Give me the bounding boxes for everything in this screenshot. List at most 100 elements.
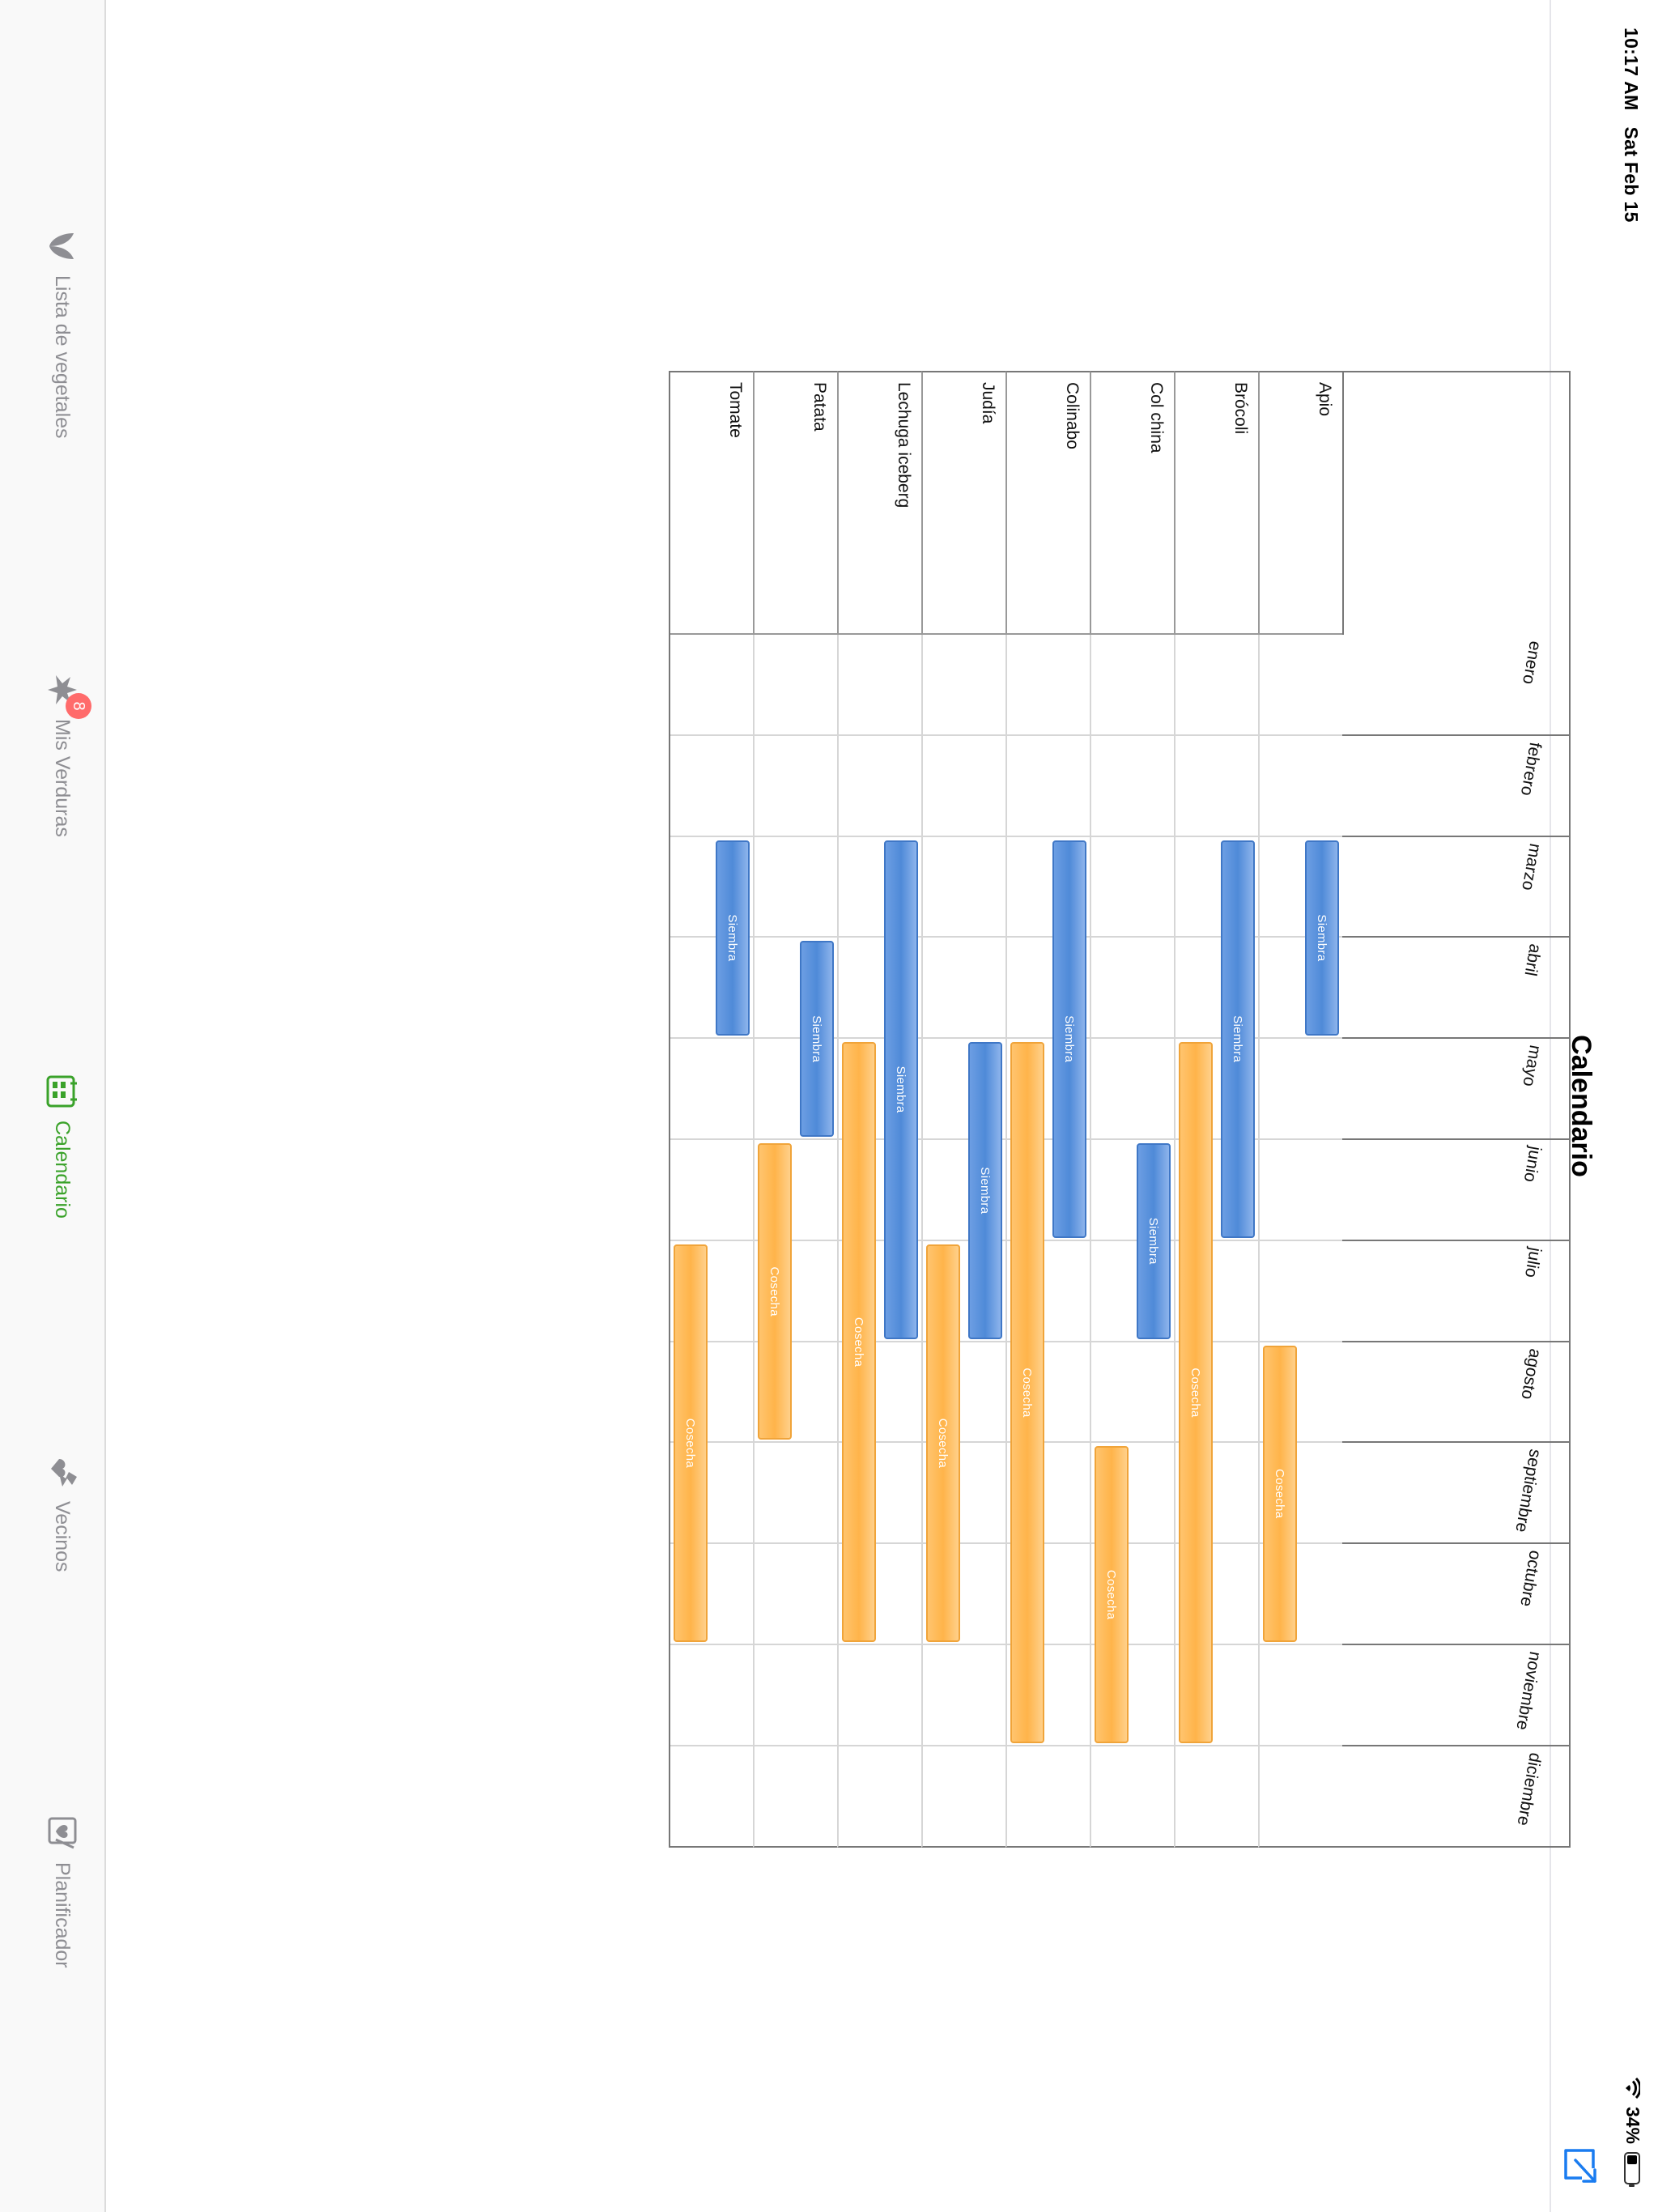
grid-corner — [1342, 371, 1571, 635]
vegetable-name: Lechuga iceberg — [895, 382, 913, 508]
tab-label: Planificador — [51, 1862, 74, 1968]
vegetable-name: Brócoli — [1231, 382, 1250, 435]
month-header: enero — [1342, 635, 1571, 736]
tab-label: Mis Verduras — [51, 719, 74, 837]
bar-label: Siembra — [1146, 1217, 1161, 1265]
tab-mis-verduras[interactable]: 8 Mis Verduras — [38, 672, 91, 837]
bar-label: Cosecha — [767, 1266, 782, 1317]
calendar-cell — [753, 836, 837, 938]
wifi-icon — [1626, 2077, 1641, 2099]
calendar-cell — [1090, 1039, 1174, 1140]
month-header: marzo — [1342, 836, 1571, 938]
month-header: julio — [1342, 1240, 1571, 1342]
calendar-cell — [669, 1039, 753, 1140]
vegetable-name: Patata — [810, 382, 829, 432]
month-header: mayo — [1342, 1039, 1571, 1140]
vegetable-name: Judía — [979, 382, 997, 424]
cosecha-bar[interactable]: Cosecha — [758, 1143, 792, 1440]
calendar-cell — [1174, 735, 1258, 837]
calendar-cell — [669, 1140, 753, 1241]
month-label: julio — [1520, 1245, 1545, 1279]
bar-label: Cosecha — [1020, 1368, 1035, 1418]
month-label: abril — [1520, 942, 1545, 978]
tab-icon-wrap: 8 — [45, 672, 91, 719]
calendar-cell — [669, 1645, 753, 1746]
siembra-bar[interactable]: Siembra — [1305, 840, 1339, 1036]
cosecha-bar[interactable]: Cosecha — [926, 1244, 960, 1642]
calendar-cell — [1258, 1240, 1342, 1342]
bar-label: Cosecha — [936, 1418, 950, 1469]
bar-label: Siembra — [1231, 1015, 1245, 1063]
calendar-cell — [1090, 1746, 1174, 1848]
bar-label: Siembra — [1062, 1015, 1077, 1063]
tab-label: Vecinos — [51, 1501, 74, 1572]
siembra-bar[interactable]: Siembra — [968, 1042, 1002, 1339]
bar-label: Cosecha — [1188, 1368, 1203, 1418]
tab-vecinos[interactable]: Vecinos — [38, 1454, 87, 1572]
calendar-cell — [1090, 938, 1174, 1040]
bar-label: Cosecha — [1104, 1569, 1119, 1620]
calendar-cell — [921, 836, 1005, 938]
grid-bottom-border — [669, 371, 670, 1848]
siembra-bar[interactable]: Siembra — [1221, 840, 1255, 1238]
month-label: noviembre — [1512, 1650, 1545, 1732]
tab-lista-de-vegetales[interactable]: Lista de vegetales — [38, 228, 87, 439]
calendar-cell — [753, 635, 837, 736]
month-label: febrero — [1516, 740, 1545, 798]
cosecha-bar[interactable]: Cosecha — [1095, 1446, 1129, 1743]
calendar-cell — [921, 1746, 1005, 1848]
siembra-bar[interactable]: Siembra — [800, 941, 834, 1137]
month-label: diciembre — [1513, 1750, 1545, 1827]
battery-fill — [1627, 2155, 1638, 2164]
share-icon[interactable] — [1561, 2146, 1598, 2186]
screen: 10:17 AM Sat Feb 15 34% Calendario enero… — [0, 0, 1658, 2212]
cosecha-bar[interactable]: Cosecha — [1010, 1042, 1044, 1743]
calendar-cell — [669, 735, 753, 837]
tab-calendario[interactable]: Calendario — [38, 1074, 87, 1219]
tab-planificador[interactable]: Planificador — [38, 1815, 87, 1968]
calendar-cell — [1090, 836, 1174, 938]
bar-label: Siembra — [1315, 914, 1329, 962]
leaf-icon — [49, 233, 74, 259]
month-header: abril — [1342, 938, 1571, 1040]
landscape-app: 10:17 AM Sat Feb 15 34% Calendario enero… — [0, 0, 1658, 2212]
tab-label: Lista de vegetales — [51, 275, 74, 439]
calendar-cell — [837, 735, 921, 837]
siembra-bar[interactable]: Siembra — [884, 840, 918, 1339]
month-label: octubre — [1516, 1549, 1545, 1609]
calendar-cell — [1090, 1342, 1174, 1444]
month-label: agosto — [1517, 1346, 1545, 1401]
calendar-cell — [753, 1544, 837, 1645]
siembra-bar[interactable]: Siembra — [716, 840, 750, 1036]
month-label: septiembre — [1511, 1448, 1545, 1534]
calendar-cell — [921, 635, 1005, 736]
calendar-cell — [921, 938, 1005, 1040]
cosecha-bar[interactable]: Cosecha — [842, 1042, 876, 1642]
calendar-cell — [1258, 1140, 1342, 1241]
calendar-cell — [753, 1443, 837, 1545]
vegetable-name: Tomate — [726, 382, 745, 438]
row-header: Apio — [1258, 371, 1342, 635]
cosecha-bar[interactable]: Cosecha — [674, 1244, 708, 1642]
calendar-cell — [837, 1645, 921, 1746]
row-header: Colinabo — [1005, 371, 1090, 635]
calendar-cell — [753, 735, 837, 837]
row-header: Tomate — [669, 371, 753, 635]
siembra-bar[interactable]: Siembra — [1052, 840, 1086, 1238]
cosecha-bar[interactable]: Cosecha — [1179, 1042, 1213, 1743]
bar-label: Siembra — [978, 1167, 993, 1214]
badge-count: 8 — [66, 693, 91, 719]
calendar-cell — [1258, 1746, 1342, 1848]
calendar-cell — [753, 1645, 837, 1746]
bar-label: Cosecha — [1273, 1469, 1287, 1519]
bar-label: Siembra — [725, 914, 740, 962]
battery-icon — [1624, 2152, 1641, 2184]
calendar-cell — [669, 635, 753, 736]
cosecha-bar[interactable]: Cosecha — [1263, 1345, 1297, 1642]
tab-bar: Lista de vegetales 8 Mis Verduras Calend… — [0, 0, 106, 2212]
month-label: mayo — [1519, 1044, 1545, 1088]
month-header: junio — [1342, 1140, 1571, 1241]
month-header: diciembre — [1342, 1746, 1571, 1848]
siembra-bar[interactable]: Siembra — [1137, 1143, 1171, 1339]
row-header: Judía — [921, 371, 1005, 635]
